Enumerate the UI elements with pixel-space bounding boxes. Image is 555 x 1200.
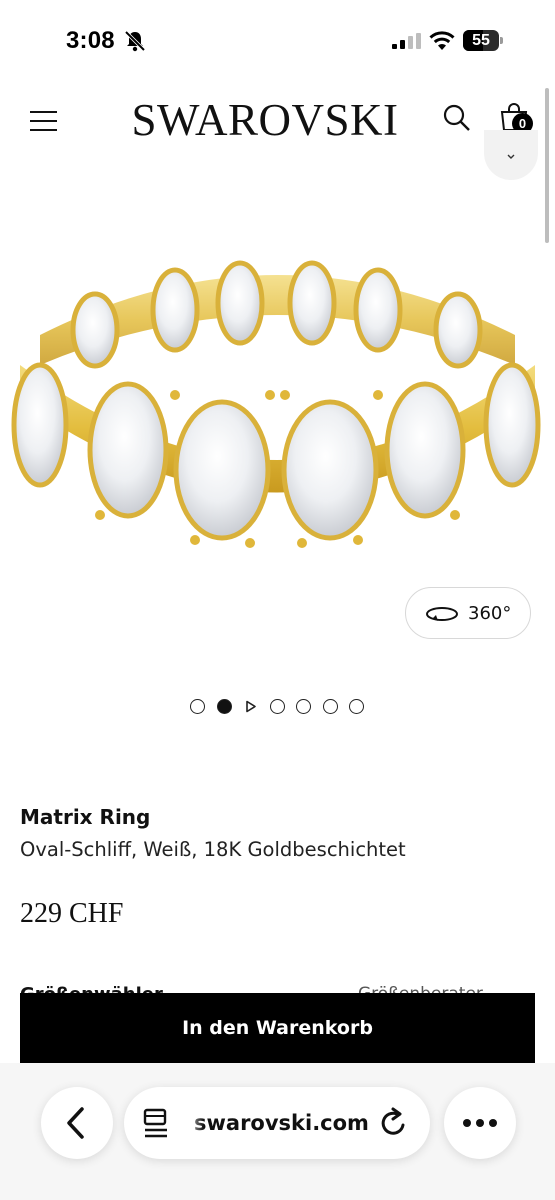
tabs-icon[interactable] — [142, 1107, 172, 1139]
address-bar[interactable]: swarovski.com — [124, 1087, 430, 1159]
wifi-icon — [429, 31, 455, 50]
status-bar: 3:08 55 — [0, 0, 555, 80]
gallery-dot[interactable] — [269, 699, 285, 714]
rotate-360-icon — [426, 607, 458, 621]
browser-toolbar: swarovski.com — [0, 1063, 555, 1200]
site-header: SWAROVSKI 0 — [0, 80, 555, 160]
product-price: 229 CHF — [20, 898, 124, 929]
gallery-dot[interactable] — [296, 699, 311, 714]
view-360-label: 360° — [468, 603, 512, 624]
back-chevron-icon — [67, 1107, 84, 1139]
back-button[interactable] — [41, 1087, 113, 1159]
gallery-dot[interactable] — [349, 699, 364, 714]
gallery-dot[interactable] — [190, 699, 205, 714]
view-360-button[interactable]: 360° — [405, 587, 531, 639]
url-text: swarovski.com — [194, 1111, 369, 1135]
gallery-video-indicator[interactable] — [243, 699, 258, 714]
product-name: Matrix Ring — [20, 805, 151, 829]
chevron-down-icon — [507, 154, 515, 159]
status-time: 3:08 — [66, 27, 115, 54]
collapse-button[interactable] — [484, 130, 538, 180]
product-image[interactable] — [0, 225, 555, 605]
reload-icon[interactable] — [378, 1107, 410, 1139]
cellular-signal-icon — [392, 33, 421, 49]
notifications-off-icon — [124, 30, 146, 52]
more-button[interactable] — [444, 1087, 516, 1159]
gallery-dot[interactable] — [322, 699, 338, 714]
search-icon[interactable] — [443, 104, 471, 132]
scroll-indicator[interactable] — [545, 88, 549, 243]
more-dots-icon — [463, 1119, 497, 1127]
gallery-dot[interactable] — [216, 699, 232, 714]
battery-icon: 55 — [463, 30, 503, 51]
product-description: Oval-Schliff, Weiß, 18K Goldbeschichtet — [20, 838, 406, 861]
add-to-cart-button[interactable]: In den Warenkorb — [20, 993, 535, 1063]
battery-percentage: 55 — [472, 32, 490, 49]
